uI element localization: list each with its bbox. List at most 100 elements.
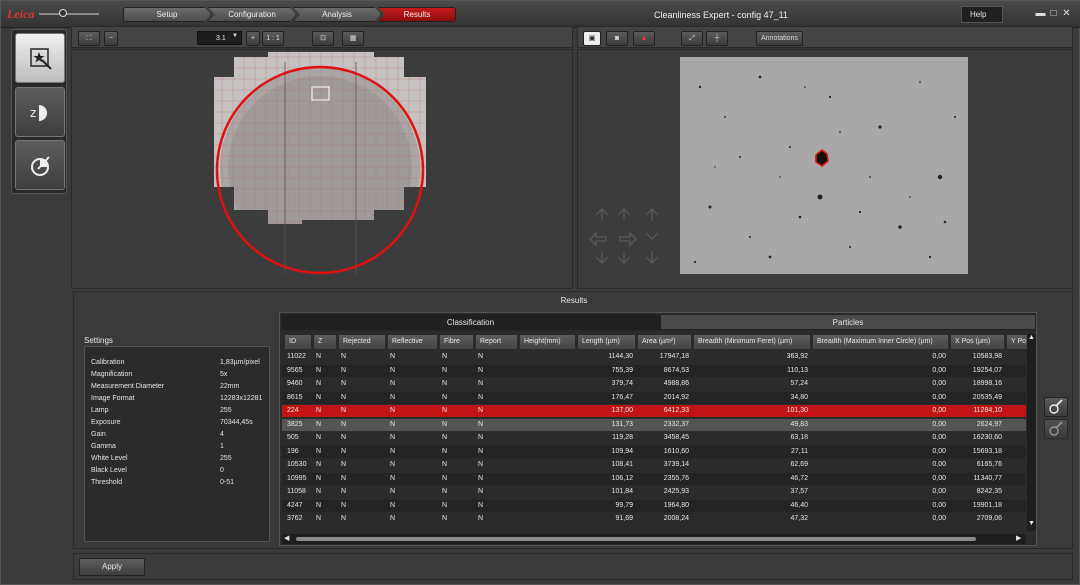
vertical-scrollbar[interactable]: ▲ ▼ xyxy=(1027,334,1036,531)
tool-z-measure-button[interactable]: z xyxy=(15,87,65,137)
column-header[interactable]: X Pos (µm) xyxy=(950,334,1005,350)
wafer-map[interactable] xyxy=(72,50,574,290)
table-row[interactable]: 3762 N N N N N 91,69 2008,24 47,32 0,00 2709,06 xyxy=(282,513,1026,525)
table-cell: 11340,77 xyxy=(973,474,1002,482)
scroll-right-icon[interactable]: ▶ xyxy=(1016,534,1021,544)
camera-icon[interactable]: ◙ xyxy=(606,31,628,46)
scroll-left-icon[interactable]: ◀ xyxy=(284,534,289,544)
minimize-icon[interactable]: ▬ xyxy=(1035,8,1046,19)
table-row[interactable]: 8615 N N N N N 176,47 2014,92 34,80 0,00 20535,49 xyxy=(282,391,1026,404)
particle-image[interactable] xyxy=(680,57,968,274)
brightness-slider[interactable] xyxy=(39,13,99,15)
maximize-icon[interactable]: □ xyxy=(1048,8,1059,19)
table-row[interactable]: 505 N N N N N 119,28 3458,45 63,18 0,00 16230,60 xyxy=(282,432,1026,444)
table-cell: 8615 xyxy=(287,393,303,401)
table-cell: N xyxy=(316,488,322,495)
column-header[interactable]: Rejected xyxy=(338,334,386,350)
navigation-arrows[interactable] xyxy=(586,205,686,285)
table-row[interactable]: 11058 N N N N N 101,84 2425,93 37,57 0,00 8242,35 xyxy=(282,486,1026,498)
particle-image-viewer[interactable] xyxy=(577,49,1073,289)
table-cell: N xyxy=(390,515,396,522)
settings-key: Gamma xyxy=(91,443,116,450)
side-action-icons xyxy=(1044,397,1068,441)
column-header[interactable]: Breadth (Maximum Inner Circle) (µm) xyxy=(812,334,949,350)
table-cell: N xyxy=(341,447,347,455)
column-header[interactable]: Report xyxy=(475,334,518,350)
table-row[interactable]: 3825 N N N N N 131,73 2332,37 49,83 0,00 2624,97 xyxy=(282,418,1026,431)
table-cell: 3825 xyxy=(287,420,303,428)
settings-key: Black Level xyxy=(91,467,127,474)
settings-key: Image Format xyxy=(91,395,135,402)
table-row[interactable]: 9460 N N N N N 379,74 4988,86 57,24 0,00 18998,16 xyxy=(282,378,1026,390)
apply-button[interactable]: Apply xyxy=(79,558,145,576)
workflow-step-results[interactable]: Results xyxy=(378,7,456,22)
crosshair-icon[interactable]: ┼ xyxy=(706,31,728,46)
column-header[interactable]: Y Po xyxy=(1006,334,1028,350)
zoom-minus-button[interactable]: − xyxy=(104,31,118,46)
tool-classify-button[interactable] xyxy=(15,140,65,190)
particles-table[interactable]: Classification Particles ID Z Rejected Refl… xyxy=(279,312,1037,546)
table-row[interactable]: 11022 N N N N N 1144,30 17947,18 363,92 0,00 10583… xyxy=(282,351,1026,363)
column-header[interactable]: Length (µm) xyxy=(577,334,636,350)
table-cell: 62,69 xyxy=(790,461,808,468)
horizontal-scrollbar[interactable]: ◀ ▶ xyxy=(282,534,1026,544)
table-row[interactable]: 196 N N N N N 109,94 1610,60 27,11 0,00 15693,18 xyxy=(282,445,1026,458)
zoom-1to1-button[interactable]: 1 : 1 xyxy=(262,31,284,46)
settings-key: Gain xyxy=(91,431,106,438)
histogram-icon[interactable]: ▲ xyxy=(633,31,655,46)
table-cell: 15693,18 xyxy=(972,447,1002,455)
table-cell: 0,00 xyxy=(932,515,946,522)
wafer-overview[interactable] xyxy=(71,49,573,289)
column-header[interactable]: Height(mm) xyxy=(519,334,576,350)
annotations-button[interactable]: Annotations xyxy=(756,31,803,46)
table-row[interactable]: 224 N N N N N 137,00 6412,33 101,30 0,00 11284,10 xyxy=(282,405,1026,417)
table-cell: 0,00 xyxy=(932,420,946,428)
frame-icon[interactable]: ▣ xyxy=(583,31,601,46)
table-cell: N xyxy=(341,407,347,414)
workflow-step-configuration[interactable]: Configuration xyxy=(208,7,296,22)
column-header[interactable]: Z xyxy=(313,334,337,350)
zoom-plus-button[interactable]: + xyxy=(246,31,260,46)
table-cell: 0,00 xyxy=(932,366,946,374)
table-row[interactable]: 10530 N N N N N 108,41 3739,14 62,69 0,00 6165,76 xyxy=(282,459,1026,471)
table-row[interactable]: 9565 N N N N N 755,39 8674,53 110,13 0,00 19254,07 xyxy=(282,364,1026,377)
horizontal-scroll-thumb[interactable] xyxy=(296,537,976,541)
workflow-step-setup[interactable]: Setup xyxy=(123,7,211,22)
close-icon[interactable]: ✕ xyxy=(1061,8,1072,19)
help-button[interactable]: Help xyxy=(961,6,1003,23)
table-cell: N xyxy=(341,515,347,522)
table-cell: 2008,24 xyxy=(663,515,689,522)
fit-view-icon[interactable]: ⛶ xyxy=(78,31,100,46)
tool-detect-button[interactable] xyxy=(15,33,65,83)
table-cell: N xyxy=(442,447,448,455)
column-header[interactable]: Reflective xyxy=(387,334,438,350)
table-cell: 0,00 xyxy=(932,461,946,468)
table-cell: 18998,16 xyxy=(972,380,1002,387)
table-row[interactable]: 4247 N N N N N 99,79 1964,80 46,40 0,00 19901,18 xyxy=(282,499,1026,512)
column-header[interactable]: Fibre xyxy=(439,334,474,350)
column-header[interactable]: ID xyxy=(284,334,312,350)
table-cell: N xyxy=(478,366,484,374)
link-particle-icon[interactable] xyxy=(1044,397,1068,417)
settings-row: Lamp 255 xyxy=(85,407,269,419)
scroll-up-icon[interactable]: ▲ xyxy=(1028,334,1035,341)
table-cell: 46,40 xyxy=(790,501,808,509)
table-cell: N xyxy=(478,515,484,522)
table-cell: N xyxy=(390,488,396,495)
app-title: Cleanliness Expert - config 47_11 xyxy=(654,10,788,20)
tab-particles[interactable]: Particles xyxy=(660,314,1036,330)
scroll-down-icon[interactable]: ▼ xyxy=(1028,520,1035,527)
column-header[interactable]: Breadth (Minimum Feret) (µm) xyxy=(693,334,811,350)
table-cell: N xyxy=(442,380,448,387)
unlink-particle-icon[interactable] xyxy=(1044,419,1068,439)
zoom-dropdown-icon[interactable]: ▼ xyxy=(232,33,238,39)
fit-icon[interactable]: ⊡ xyxy=(312,31,334,46)
table-row[interactable]: 10995 N N N N N 106,12 2355,76 46,72 0,00 11340,77 xyxy=(282,472,1026,485)
workflow-step-analysis[interactable]: Analysis xyxy=(293,7,381,22)
brightness-slider-knob[interactable] xyxy=(59,9,67,17)
fullscreen-icon[interactable]: ⤢ xyxy=(681,31,703,46)
table-cell: N xyxy=(341,488,347,495)
column-header[interactable]: Area (µm²) xyxy=(637,334,692,350)
tab-classification[interactable]: Classification xyxy=(281,314,660,330)
grid-icon[interactable]: ▦ xyxy=(342,31,364,46)
